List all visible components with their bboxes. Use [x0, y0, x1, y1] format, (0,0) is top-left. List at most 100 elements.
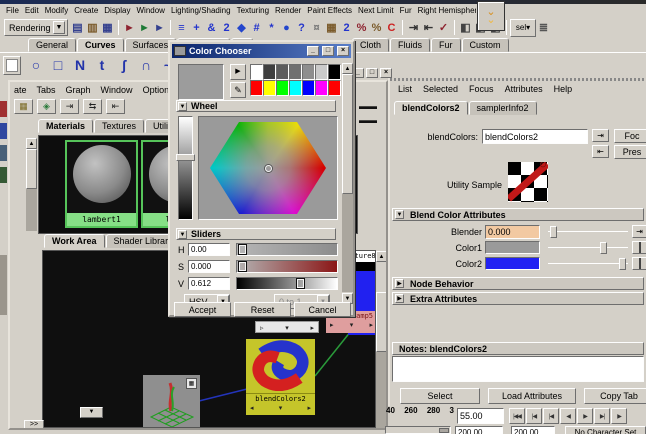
new-scene-icon[interactable]: ▤: [70, 20, 85, 36]
ep-curve-tool-icon[interactable]: t: [94, 54, 110, 76]
node-collapsed[interactable]: ▹ ▾ ▸: [255, 321, 319, 333]
hue-slider-track[interactable]: [236, 243, 338, 256]
go-to-start-button[interactable]: |◀◀: [509, 408, 525, 424]
palette-color-cell[interactable]: [289, 64, 302, 80]
hue-value-input[interactable]: [188, 243, 230, 256]
canvas-dropdown-button[interactable]: ▼: [80, 407, 103, 418]
palette-color-cell[interactable]: [315, 64, 328, 80]
node-blendcolors2[interactable]: blendColors2 ◂ ▾ ▸: [246, 339, 315, 415]
material-swatch-lambert1[interactable]: lambert1: [65, 140, 138, 228]
menu-item[interactable]: Paint Effects: [307, 6, 352, 15]
slider-handle[interactable]: [296, 278, 305, 289]
panel-drag-handle[interactable]: [390, 78, 646, 81]
separator[interactable]: [118, 20, 119, 35]
menu-item[interactable]: Display: [104, 6, 130, 15]
maximize-button[interactable]: □: [322, 46, 334, 56]
snap-view-icon[interactable]: 2: [219, 20, 234, 36]
timeline-ruler[interactable]: 40 260 280 3: [385, 406, 455, 425]
palette-color-cell[interactable]: [302, 64, 315, 80]
tab-blendcolors2[interactable]: blendColors2: [394, 101, 468, 115]
tab-textures[interactable]: Textures: [94, 119, 145, 133]
value-value-input[interactable]: [188, 277, 230, 290]
node-expand-arrows[interactable]: ▹ ▾ ▸: [256, 322, 318, 332]
current-time-input[interactable]: [457, 408, 504, 424]
separator[interactable]: [506, 20, 507, 35]
separator[interactable]: [454, 20, 455, 35]
color2-swatch[interactable]: [485, 257, 540, 270]
select-component-icon[interactable]: ►: [152, 20, 167, 36]
cv-curve-tool-icon[interactable]: N: [72, 54, 88, 76]
collapse-arrow-icon[interactable]: ▼: [395, 210, 404, 219]
expand-arrow-icon[interactable]: ▶: [395, 294, 404, 303]
focus-button[interactable]: Foc: [614, 129, 646, 143]
palette-color-cell[interactable]: [328, 80, 341, 96]
color1-swatch[interactable]: [485, 241, 540, 254]
maximize-button[interactable]: □: [366, 68, 378, 78]
input-output-connections-icon[interactable]: ⇆: [83, 99, 102, 114]
menu-item[interactable]: File: [6, 6, 19, 15]
palette-color-cell[interactable]: [263, 80, 276, 96]
blender-value-input[interactable]: [485, 225, 540, 239]
shelf-tab-general[interactable]: General: [28, 38, 77, 52]
palette-color-cell[interactable]: [263, 64, 276, 80]
close-button[interactable]: ×: [380, 68, 392, 78]
manipulator-icon[interactable]: ≡: [174, 20, 189, 36]
menu-item[interactable]: Graph: [66, 85, 91, 95]
menu-item[interactable]: Create: [74, 6, 98, 15]
slider-handle[interactable]: [238, 261, 247, 272]
separator[interactable]: [170, 20, 171, 35]
menu-item[interactable]: Focus: [469, 84, 494, 94]
palette-color-cell[interactable]: [276, 64, 289, 80]
texture-map-button[interactable]: [632, 257, 646, 270]
cancel-button[interactable]: Cancel: [294, 302, 351, 317]
open-scene-icon[interactable]: ▥: [85, 20, 100, 36]
menu-item[interactable]: Texturing: [237, 6, 269, 15]
menu-item[interactable]: Selected: [423, 84, 458, 94]
menu-item[interactable]: Tabs: [37, 85, 56, 95]
step-forward-button[interactable]: ▶: [611, 408, 627, 424]
play-backwards-button[interactable]: ◀: [560, 408, 576, 424]
blend-color-attributes-header[interactable]: ▼ Blend Color Attributes: [392, 208, 644, 221]
slider-handle[interactable]: [550, 226, 557, 238]
separator[interactable]: [402, 20, 403, 35]
next-key-button[interactable]: ▶|: [594, 408, 610, 424]
color2-slider[interactable]: [548, 257, 628, 271]
poly-sphere-icon[interactable]: ◆: [234, 20, 249, 36]
collapse-arrow-icon[interactable]: ▼: [178, 229, 187, 239]
close-button[interactable]: ×: [337, 46, 349, 56]
tab-samplerinfo2[interactable]: samplerInfo2: [468, 101, 537, 115]
slider-handle[interactable]: [619, 258, 626, 270]
help-line-icon[interactable]: ?: [294, 20, 309, 36]
output-connections-icon[interactable]: ⇤: [106, 99, 125, 114]
clapperboard-icon[interactable]: ◧: [458, 20, 473, 36]
select-button[interactable]: Select: [400, 388, 480, 404]
menu-item[interactable]: Modify: [45, 6, 69, 15]
render-globe-icon[interactable]: ●: [279, 20, 294, 36]
arc-tool-icon[interactable]: ∩: [138, 54, 154, 76]
notes-header[interactable]: Notes: blendColors2: [392, 342, 644, 355]
value-slider[interactable]: [178, 116, 193, 220]
menu-item[interactable]: Next Limit: [358, 6, 394, 15]
wheel-section-header[interactable]: ▼ Wheel: [176, 100, 336, 112]
palette-color-cell[interactable]: [250, 80, 263, 96]
lock-icon[interactable]: ¤: [309, 20, 324, 36]
range-end-input[interactable]: [511, 426, 555, 434]
eyedropper-icon[interactable]: ✎: [230, 82, 246, 98]
accept-button[interactable]: Accept: [174, 302, 231, 317]
value-slider-handle[interactable]: [176, 154, 195, 161]
panel-layout-icon[interactable]: ▬▬: [359, 116, 377, 125]
shelf-tab-fluids[interactable]: Fluids: [390, 38, 431, 52]
node-name-input[interactable]: [482, 129, 588, 144]
door-out-icon[interactable]: ⇤: [421, 20, 436, 36]
menu-set-dropdown[interactable]: Rendering ▼: [4, 19, 68, 36]
palette-color-cell[interactable]: [328, 64, 341, 80]
menu-item[interactable]: Attributes: [505, 84, 543, 94]
presets-button[interactable]: Pres: [614, 145, 646, 159]
color-wheel-marker[interactable]: [265, 165, 272, 172]
reset-button[interactable]: Reset: [234, 302, 291, 317]
door-in-icon[interactable]: ⇥: [592, 129, 609, 142]
select-mask-button[interactable]: sel▾: [510, 18, 536, 37]
menu-item[interactable]: List: [398, 84, 412, 94]
swatch-scrollbar[interactable]: ▲: [26, 137, 37, 232]
save-scene-icon[interactable]: ▦: [100, 20, 115, 36]
